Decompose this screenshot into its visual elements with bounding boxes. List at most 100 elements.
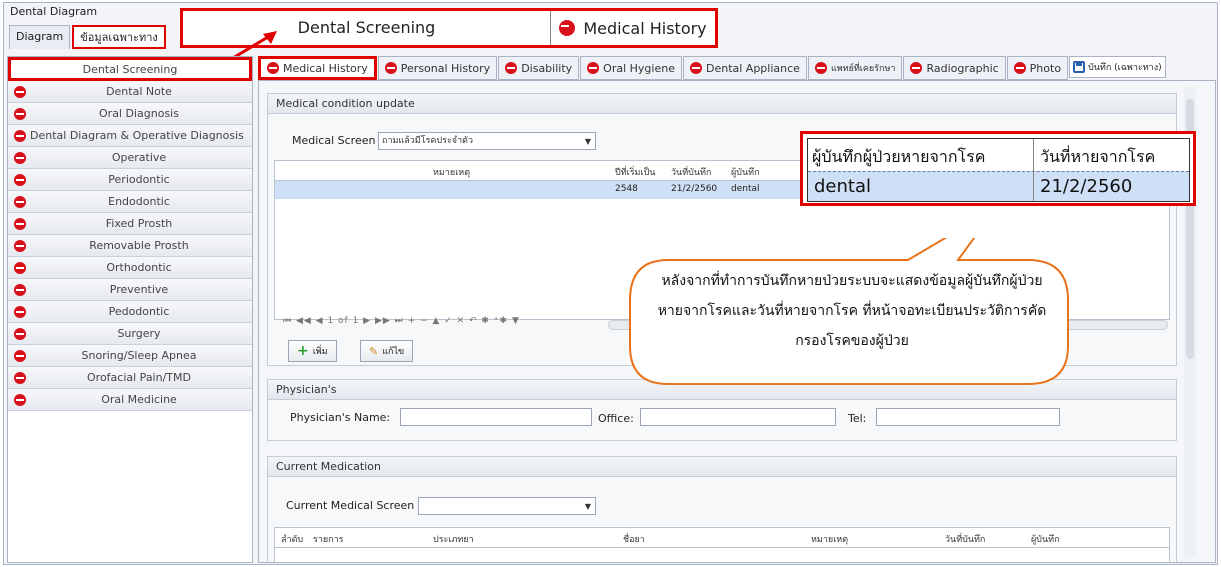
menu-item-oral-medicine[interactable]: Oral Medicine [8, 389, 252, 411]
no-entry-icon [505, 62, 518, 74]
menu-item-label: Operative [111, 151, 167, 164]
no-entry-icon [14, 305, 26, 318]
col-header-date: วันที่บันทึก [945, 535, 986, 545]
physician-name-label: Physician's Name: [290, 411, 391, 424]
menu-item-dental-diagram[interactable]: Dental Diagram & Operative Diagnosis [8, 125, 252, 147]
edit-label: แก้ไข [382, 347, 405, 357]
tab-label: แพทย์ที่เคยรักษา [830, 64, 896, 74]
menu-item-operative[interactable]: Operative [8, 147, 252, 169]
no-entry-icon [384, 62, 397, 74]
physician-group: Physician's Physician's Name: Office: Te… [267, 379, 1177, 441]
save-specialty-button[interactable]: บันทึก (เฉพาะทาง) [1069, 56, 1166, 78]
menu-item-preventive[interactable]: Preventive [8, 279, 252, 301]
menu-item-label: Pedodontic [108, 305, 170, 318]
menu-item-removable-prosth[interactable]: Removable Prosth [8, 235, 252, 257]
menu-item-label: Endodontic [108, 195, 170, 208]
add-button[interactable]: + เพิ่ม [288, 340, 337, 362]
no-entry-icon [14, 85, 26, 98]
col-header-recorder: ผู้บันทึก [731, 168, 760, 178]
no-entry-icon [14, 327, 26, 340]
cell-recorder: dental [731, 184, 760, 194]
window-title: Dental Diagram [10, 5, 98, 18]
zoom-row: dental 21/2/2560 [808, 171, 1189, 201]
zoomed-grid: ผู้บันทึกผู้ป่วยหายจากโรค วันที่หายจากโร… [807, 138, 1190, 202]
no-entry-icon [14, 239, 26, 252]
menu-item-label: Fixed Prosth [105, 217, 173, 230]
no-entry-icon [14, 283, 26, 296]
grid-navigator[interactable]: ⏮ ◀◀ ◀ 1 of 1 ▶ ▶▶ ⏭ + − ▲ ✓ ✕ ↶ ✱ ⁺✱ ▼ [283, 316, 520, 326]
tab-diagram[interactable]: Diagram [9, 25, 71, 49]
zoom-col-recovery-date: วันที่หายจากโรค [1040, 147, 1156, 166]
tab-label: Disability [521, 61, 573, 75]
group-title: Current Medication [268, 457, 1176, 477]
tab-label: Medical History [283, 61, 368, 75]
medication-grid: ลำดับ รายการ ประเภทยา ชื่อยา หมายเหตุ วั… [274, 527, 1170, 562]
col-header-date: วันที่บันทึก [671, 168, 712, 178]
menu-item-label: Orthodontic [106, 261, 172, 274]
tab-previous-physician[interactable]: แพทย์ที่เคยรักษา [807, 56, 903, 80]
tab-specialty-info[interactable]: ข้อมูลเฉพาะทาง [72, 25, 166, 49]
menu-item-label: Preventive [109, 283, 169, 296]
current-screen-label: Current Medical Screen [286, 499, 415, 512]
menu-item-pedodontic[interactable]: Pedodontic [8, 301, 252, 323]
add-label: เพิ่ม [312, 347, 328, 357]
tab-label: Radiographic [926, 61, 999, 75]
menu-item-orofacial[interactable]: Orofacial Pain/TMD [8, 367, 252, 389]
menu-item-endodontic[interactable]: Endodontic [8, 191, 252, 213]
tab-oral-hygiene[interactable]: Oral Hygiene [580, 56, 682, 80]
menu-item-oral-diagnosis[interactable]: Oral Diagnosis [8, 103, 252, 125]
sub-tab-bar: Medical History Personal History Disabil… [258, 56, 1216, 80]
plus-icon: + [297, 343, 309, 359]
no-entry-icon [14, 107, 26, 120]
no-entry-icon [14, 173, 26, 186]
menu-item-label: Dental Diagram & Operative Diagnosis [30, 129, 244, 142]
col-header-year: ปีที่เริ่มเป็น [615, 168, 656, 178]
menu-item-label: Removable Prosth [89, 239, 189, 252]
tab-dental-appliance[interactable]: Dental Appliance [682, 56, 807, 80]
col-header-note: หมายเหตุ [433, 168, 471, 178]
tab-label: Oral Hygiene [603, 61, 675, 75]
menu-item-surgery[interactable]: Surgery [8, 323, 252, 345]
zoom-cell-recorder: dental [814, 176, 871, 197]
col-header-index: ลำดับ [281, 535, 304, 545]
edit-button[interactable]: ✎ แก้ไข [360, 340, 414, 362]
tab-photo[interactable]: Photo [1006, 56, 1069, 80]
col-header-recorder: ผู้บันทึก [1031, 535, 1060, 545]
no-entry-icon [267, 62, 279, 74]
menu-item-snoring[interactable]: Snoring/Sleep Apnea [8, 345, 252, 367]
menu-item-orthodontic[interactable]: Orthodontic [8, 257, 252, 279]
zoomed-columns-callout: ผู้บันทึกผู้ป่วยหายจากโรค วันที่หายจากโร… [800, 131, 1196, 206]
medical-screen-value: ถามแล้วมีโรคประจำตัว [382, 136, 474, 146]
chevron-down-icon: ▼ [584, 502, 591, 511]
current-medication-group: Current Medication Current Medical Scree… [267, 456, 1177, 562]
physician-name-input[interactable] [400, 408, 592, 426]
tab-personal-history[interactable]: Personal History [377, 56, 498, 80]
no-entry-icon [14, 129, 26, 142]
zoom-col-recovery-recorder: ผู้บันทึกผู้ป่วยหายจากโรค [812, 147, 986, 166]
tab-label: Photo [1029, 61, 1062, 75]
menu-item-label: Dental Note [106, 85, 172, 98]
menu-item-dental-note[interactable]: Dental Note [8, 81, 252, 103]
menu-item-dental-screening[interactable]: Dental Screening [8, 57, 252, 81]
office-input[interactable] [640, 408, 836, 426]
current-screen-select[interactable]: ▼ [418, 497, 596, 515]
tab-disability[interactable]: Disability [498, 56, 580, 80]
tel-input[interactable] [876, 408, 1060, 426]
menu-item-periodontic[interactable]: Periodontic [8, 169, 252, 191]
zoom-cell-date: 21/2/2560 [1040, 176, 1133, 197]
no-entry-icon [814, 62, 827, 74]
callout-tab-medical-history-label: Medical History [583, 18, 707, 38]
col-header-note: หมายเหตุ [811, 535, 849, 545]
explanation-text: หลังจากที่ทำการบันทึกหายป่วยระบบจะแสดงข้… [657, 273, 1047, 349]
no-entry-icon [14, 261, 26, 274]
callout-tab-medical-history: Medical History [551, 11, 715, 45]
tab-medical-history[interactable]: Medical History [258, 56, 377, 80]
group-title: Medical condition update [268, 94, 1176, 114]
no-entry-icon [689, 62, 702, 74]
medical-screen-select[interactable]: ถามแล้วมีโรคประจำตัว ▼ [378, 132, 596, 150]
left-menu: Dental Screening Dental Note Oral Diagno… [7, 56, 253, 563]
menu-item-label: Oral Medicine [101, 393, 177, 406]
grid-header: ลำดับ รายการ ประเภทยา ชื่อยา หมายเหตุ วั… [275, 528, 1169, 548]
menu-item-fixed-prosth[interactable]: Fixed Prosth [8, 213, 252, 235]
tab-radiographic[interactable]: Radiographic [903, 56, 1006, 80]
